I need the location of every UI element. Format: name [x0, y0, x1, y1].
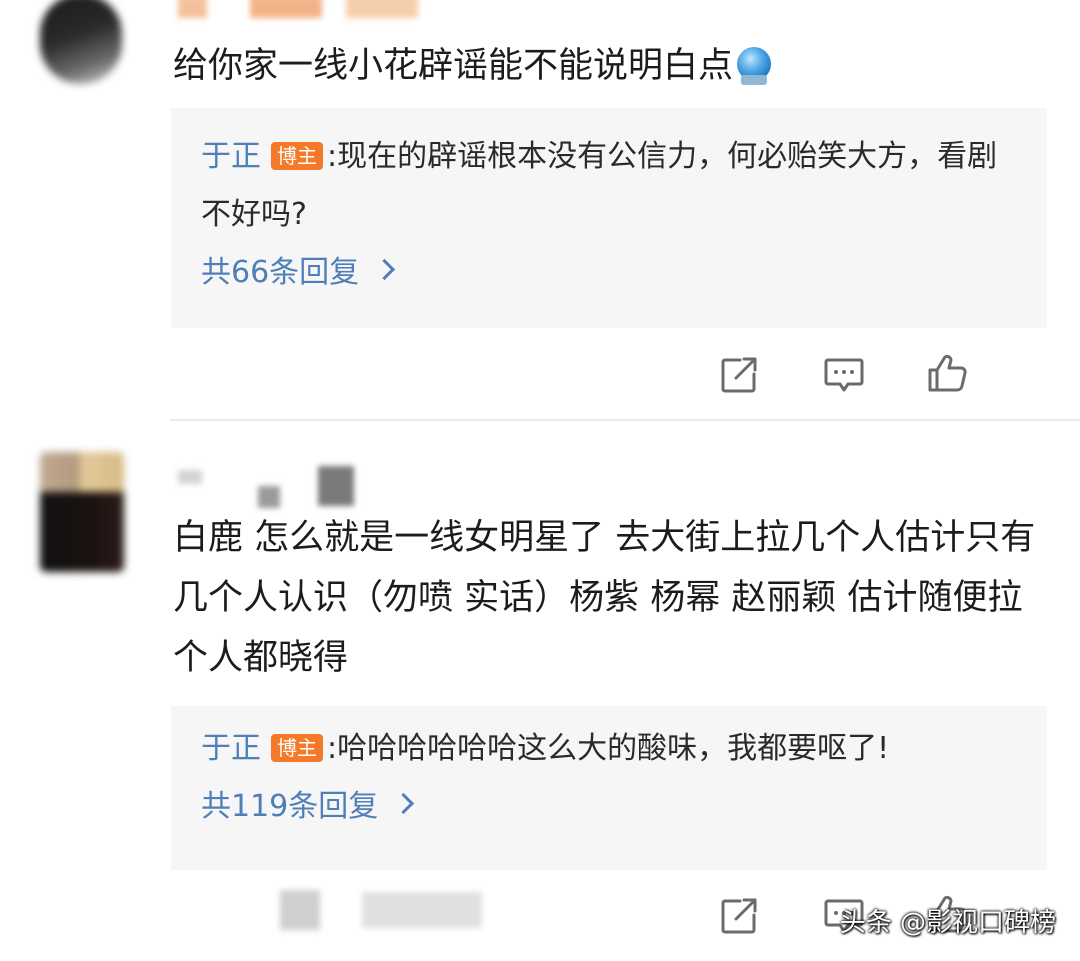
reply-preview-box[interactable]: 于正 博主:哈哈哈哈哈哈这么大的酸味，我都要呕了! 共119条回复 — [171, 706, 1047, 870]
like-icon — [928, 354, 967, 392]
user-avatar[interactable] — [40, 0, 122, 84]
comment-text: 给你家一线小花辟谣能不能说明白点 — [173, 36, 772, 96]
reply-separator: : — [327, 139, 338, 174]
blurred-region — [280, 890, 320, 930]
reply-separator: : — [327, 731, 338, 766]
comment-button[interactable] — [823, 354, 865, 396]
reply-text: 哈哈哈哈哈哈这么大的酸味，我都要呕了! — [337, 731, 890, 766]
chevron-right-icon — [393, 792, 415, 815]
reply-author[interactable]: 于正 — [201, 139, 261, 174]
username-blurred[interactable] — [178, 0, 418, 18]
reply-line: 于正 博主:哈哈哈哈哈哈这么大的酸味，我都要呕了! — [201, 720, 1021, 778]
comment-text: 白鹿 怎么就是一线女明星了 去大街上拉几个人估计只有几个人认识（勿喷 实话）杨紫… — [173, 518, 1036, 678]
reply-count-link[interactable]: 共66条回复 — [201, 244, 1021, 302]
blurred-region — [362, 892, 482, 928]
reply-preview-box[interactable]: 于正 博主:现在的辟谣根本没有公信力，何必贻笑大方，看剧不好吗? 共66条回复 — [171, 108, 1047, 328]
source-watermark: 头条 @影视口碑榜 — [839, 908, 1056, 938]
comment-icon — [824, 358, 864, 392]
chevron-right-icon — [374, 258, 396, 281]
blogger-badge: 博主 — [271, 734, 323, 762]
share-button[interactable] — [718, 354, 760, 396]
reply-author[interactable]: 于正 — [201, 731, 261, 766]
user-avatar[interactable] — [40, 452, 124, 572]
username-blurred[interactable] — [178, 466, 358, 508]
share-icon — [721, 898, 757, 934]
globe-emoji-icon — [737, 47, 772, 85]
like-button[interactable] — [926, 352, 968, 394]
share-button[interactable] — [718, 895, 760, 937]
blogger-badge: 博主 — [271, 142, 323, 170]
reply-count-link[interactable]: 共119条回复 — [201, 778, 1021, 836]
comment-divider — [170, 419, 1080, 421]
reply-line: 于正 博主:现在的辟谣根本没有公信力，何必贻笑大方，看剧不好吗? — [201, 128, 1021, 244]
share-icon — [721, 357, 757, 393]
comment-item: 给你家一线小花辟谣能不能说明白点 于正 博主:现在的辟谣根本没有公信力，何必贻笑大… — [0, 0, 1080, 420]
